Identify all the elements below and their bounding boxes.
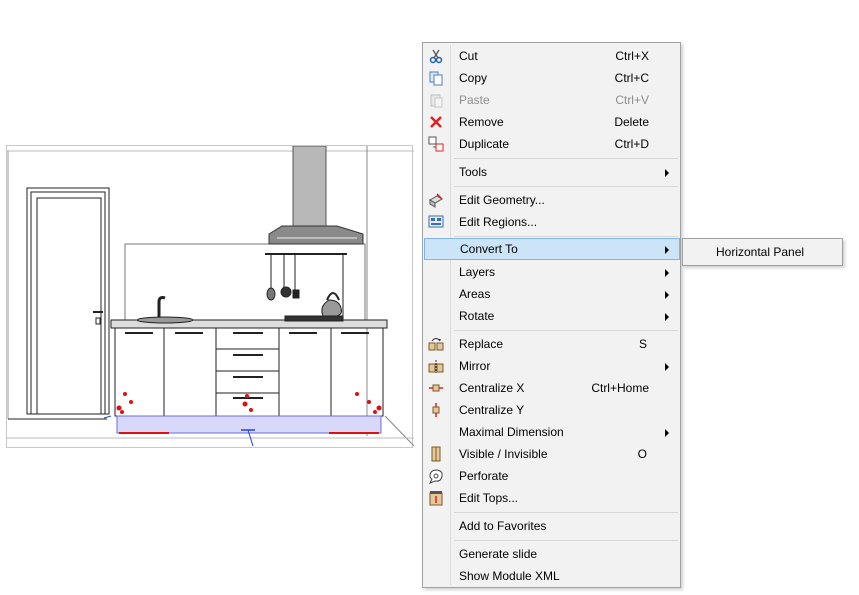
menu-item-duplicate[interactable]: Duplicate Ctrl+D <box>425 133 678 155</box>
centralize-y-icon <box>432 403 440 417</box>
design-viewport[interactable] <box>6 145 414 448</box>
menu-item-edit-geometry[interactable]: Edit Geometry... <box>425 189 678 211</box>
menu-separator <box>454 512 678 513</box>
menu-item-label: Paste <box>459 93 490 107</box>
menu-item-shortcut: Ctrl+X <box>615 49 649 63</box>
menu-item-maximal-dimension[interactable]: Maximal Dimension <box>425 421 678 443</box>
menu-item-layers[interactable]: Layers <box>425 261 678 283</box>
menu-item-shortcut: Delete <box>614 115 649 129</box>
duplicate-icon <box>428 136 444 152</box>
edit-tops-icon <box>429 491 443 506</box>
menu-item-visible-invisible[interactable]: Visible / Invisible O <box>425 443 678 465</box>
menu-item-add-to-favorites[interactable]: Add to Favorites <box>425 515 678 537</box>
submenu-arrow-icon <box>665 269 669 277</box>
menu-separator <box>454 330 678 331</box>
menu-item-shortcut: Ctrl+V <box>615 93 649 107</box>
menu-item-centralize-y[interactable]: Centralize Y <box>425 399 678 421</box>
menu-item-label: Cut <box>459 49 478 63</box>
menu-item-label: Replace <box>459 337 504 351</box>
copy-icon <box>429 71 443 86</box>
menu-item-label: Centralize X <box>459 381 525 395</box>
scissors-icon <box>429 49 443 64</box>
menu-item-label: Rotate <box>459 309 495 323</box>
menu-item-rotate[interactable]: Rotate <box>425 305 678 327</box>
menu-item-label: Centralize Y <box>459 403 525 417</box>
menu-item-label: Visible / Invisible <box>459 447 548 461</box>
menu-separator <box>454 236 678 237</box>
menu-item-edit-tops[interactable]: Edit Tops... <box>425 487 678 509</box>
menu-item-shortcut: Ctrl+D <box>614 137 649 151</box>
submenu-arrow-icon <box>665 363 669 371</box>
submenu-arrow-icon <box>665 291 669 299</box>
menu-item-shortcut: Ctrl+Home <box>591 381 649 395</box>
menu-item-label: Perforate <box>459 469 509 483</box>
menu-item-label: Tools <box>459 165 488 179</box>
submenu-arrow-icon <box>665 313 669 321</box>
menu-item-mirror[interactable]: Mirror <box>425 355 678 377</box>
menu-item-remove[interactable]: Remove Delete <box>425 111 678 133</box>
menu-item-edit-regions[interactable]: Edit Regions... <box>425 211 678 233</box>
menu-item-label: Maximal Dimension <box>459 425 564 439</box>
menu-item-label: Generate slide <box>459 547 538 561</box>
menu-item-generate-slide[interactable]: Generate slide <box>425 543 678 565</box>
menu-item-shortcut: O <box>637 447 647 461</box>
menu-item-label: Remove <box>459 115 504 129</box>
menu-item-show-module-xml[interactable]: Show Module XML <box>425 565 678 587</box>
visibility-icon <box>431 446 441 462</box>
menu-separator <box>454 186 678 187</box>
paste-icon <box>430 94 443 108</box>
menu-separator <box>454 158 678 159</box>
menu-item-replace[interactable]: Replace S <box>425 333 678 355</box>
menu-item-label: Copy <box>459 71 488 85</box>
menu-item-convert-to[interactable]: Convert To <box>424 238 680 260</box>
kitchen-elevation-drawing <box>7 146 414 447</box>
menu-item-tools[interactable]: Tools <box>425 161 678 183</box>
perforate-icon <box>428 469 443 484</box>
context-menu: Cut Ctrl+X Copy Ctrl+C Paste Ctrl+V Remo… <box>422 42 681 588</box>
delete-x-icon <box>430 116 442 128</box>
submenu-arrow-icon <box>665 169 669 177</box>
menu-item-label: Convert To <box>460 242 518 256</box>
submenu-item-horizontal-panel[interactable]: Horizontal Panel <box>683 239 842 265</box>
convert-to-submenu: Horizontal Panel <box>682 238 843 266</box>
menu-item-label: Show Module XML <box>459 569 560 583</box>
menu-item-perforate[interactable]: Perforate <box>425 465 678 487</box>
submenu-arrow-icon <box>665 246 669 254</box>
menu-item-label: Mirror <box>459 359 491 373</box>
edit-geometry-icon <box>429 193 443 208</box>
menu-item-shortcut: Ctrl+C <box>614 71 649 85</box>
mirror-icon <box>428 360 444 373</box>
menu-separator <box>454 540 678 541</box>
menu-item-copy[interactable]: Copy Ctrl+C <box>425 67 678 89</box>
menu-item-label: Edit Geometry... <box>459 193 545 207</box>
edit-regions-icon <box>428 215 444 228</box>
menu-item-label: Areas <box>459 287 491 301</box>
menu-item-label: Layers <box>459 265 496 279</box>
menu-item-areas[interactable]: Areas <box>425 283 678 305</box>
menu-item-label: Edit Regions... <box>459 215 538 229</box>
menu-item-centralize-x[interactable]: Centralize X Ctrl+Home <box>425 377 678 399</box>
menu-item-label: Duplicate <box>459 137 510 151</box>
menu-item-label: Add to Favorites <box>459 519 547 533</box>
replace-icon <box>428 338 444 351</box>
menu-item-shortcut: S <box>638 337 647 351</box>
centralize-x-icon <box>429 384 443 392</box>
menu-item-paste[interactable]: Paste Ctrl+V <box>425 89 678 111</box>
submenu-item-label: Horizontal Panel <box>716 245 805 259</box>
menu-item-label: Edit Tops... <box>459 491 519 505</box>
menu-item-cut[interactable]: Cut Ctrl+X <box>425 45 678 67</box>
submenu-arrow-icon <box>665 429 669 437</box>
